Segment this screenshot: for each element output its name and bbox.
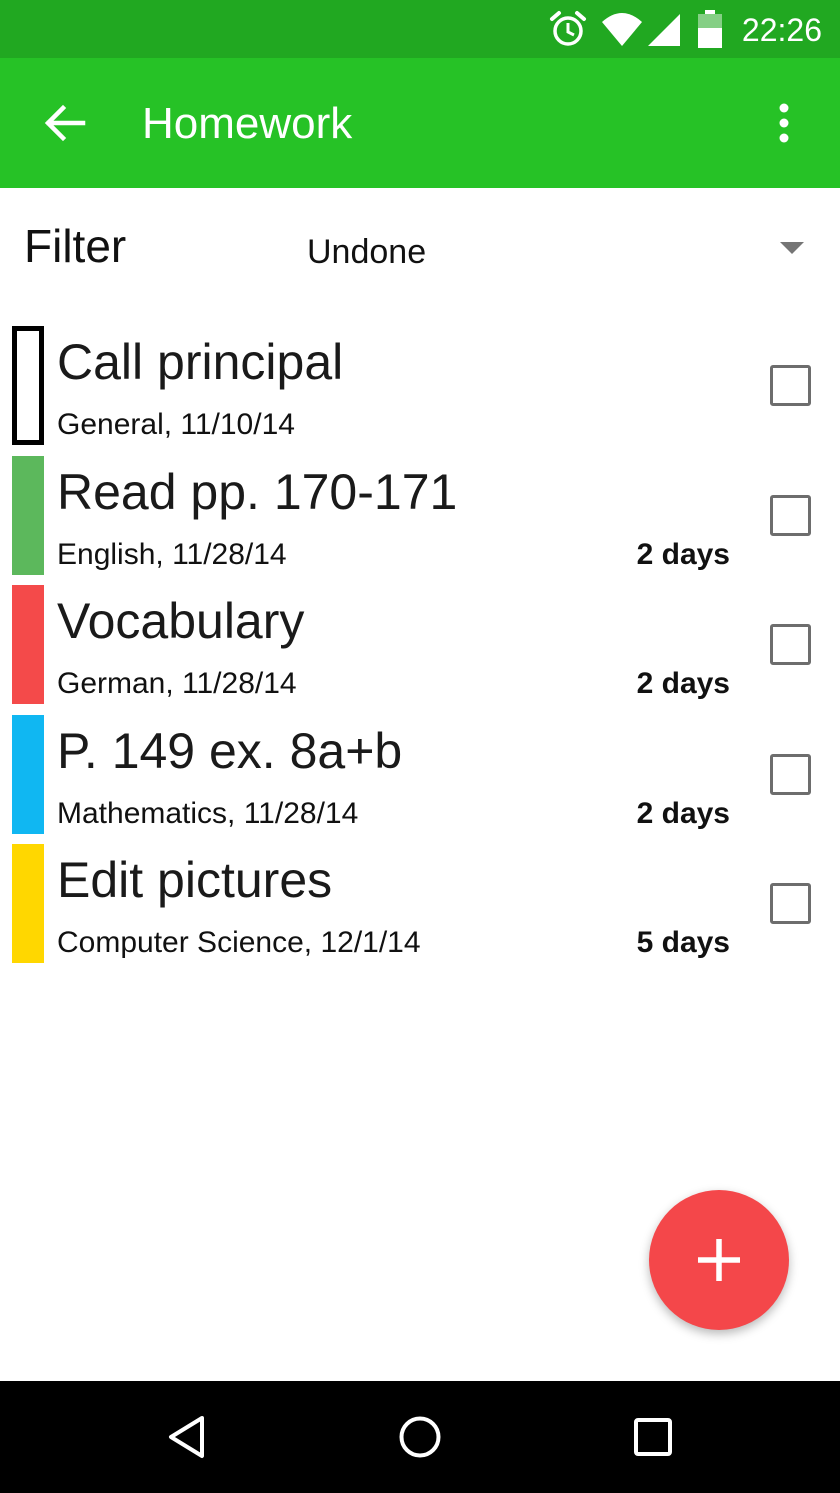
- done-checkbox[interactable]: [770, 753, 811, 795]
- homework-due: 2 days: [636, 796, 730, 830]
- homework-title: Call principal: [57, 334, 344, 390]
- done-checkbox[interactable]: [770, 494, 811, 536]
- page-title: Homework: [142, 99, 353, 148]
- homework-list: Call principal General, 11/10/14 Read pp…: [0, 322, 840, 970]
- alarm-icon: [550, 11, 586, 46]
- subject-color-bar: [12, 585, 44, 704]
- list-item[interactable]: P. 149 ex. 8a+b Mathematics, 11/28/14 2 …: [0, 711, 840, 841]
- overflow-menu-button[interactable]: [756, 93, 812, 153]
- homework-subject-date: German, 11/28/14: [57, 667, 297, 700]
- nav-back-button[interactable]: [156, 1407, 216, 1467]
- list-item[interactable]: Call principal General, 11/10/14: [0, 322, 840, 452]
- nav-home-button[interactable]: [390, 1407, 450, 1467]
- homework-subject-date: General, 11/10/14: [57, 408, 295, 441]
- plus-icon: [698, 1239, 740, 1281]
- nav-recents-button[interactable]: [623, 1407, 683, 1467]
- homework-title: Edit pictures: [57, 852, 333, 908]
- list-item[interactable]: Read pp. 170-171 English, 11/28/14 2 day…: [0, 452, 840, 582]
- list-item[interactable]: Edit pictures Computer Science, 12/1/14 …: [0, 840, 840, 970]
- filter-dropdown[interactable]: Undone: [290, 220, 830, 284]
- app-bar: Homework: [0, 58, 840, 188]
- homework-subject-date: English, 11/28/14: [57, 537, 287, 571]
- done-checkbox[interactable]: [770, 883, 811, 924]
- add-homework-button[interactable]: [649, 1190, 789, 1330]
- homework-due: 2 days: [636, 537, 730, 571]
- wifi-icon: [602, 13, 642, 46]
- homework-title: Read pp. 170-171: [57, 463, 458, 520]
- system-nav-bar: [0, 1381, 840, 1493]
- homework-title: P. 149 ex. 8a+b: [57, 722, 403, 779]
- back-button[interactable]: [30, 88, 100, 158]
- done-checkbox[interactable]: [770, 365, 811, 406]
- more-vert-icon: [779, 103, 789, 143]
- list-item[interactable]: Vocabulary German, 11/28/14 2 days: [0, 581, 840, 711]
- done-checkbox[interactable]: [770, 624, 811, 665]
- subject-color-bar: [12, 455, 44, 575]
- subject-color-bar: [12, 714, 44, 834]
- filter-selected-value: Undone: [307, 233, 427, 271]
- dropdown-arrow-icon: [780, 242, 804, 254]
- homework-subject-date: Mathematics, 11/28/14: [57, 796, 359, 830]
- subject-color-bar: [12, 326, 44, 445]
- recents-square-icon: [634, 1418, 672, 1456]
- homework-title: Vocabulary: [57, 593, 305, 649]
- homework-subject-date: Computer Science, 12/1/14: [57, 926, 421, 959]
- signal-icon: [648, 14, 680, 46]
- status-bar: 22:26: [0, 0, 840, 58]
- arrow-back-icon: [44, 104, 86, 142]
- homework-due: 2 days: [636, 667, 730, 700]
- status-time: 22:26: [741, 12, 822, 48]
- home-circle-icon: [399, 1416, 441, 1458]
- subject-color-bar: [12, 844, 44, 963]
- homework-due: 5 days: [636, 926, 730, 959]
- back-triangle-icon: [169, 1416, 204, 1458]
- battery-icon: [698, 10, 722, 48]
- filter-label: Filter: [24, 220, 127, 272]
